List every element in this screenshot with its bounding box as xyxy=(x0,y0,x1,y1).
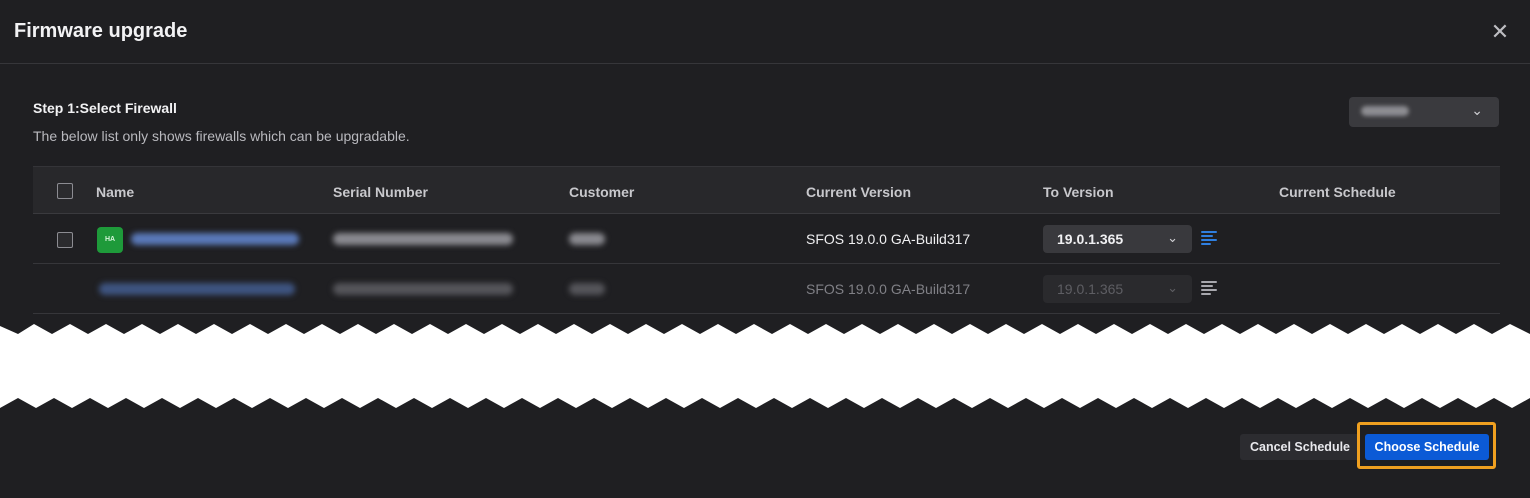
table-row: HA SFOS 19.0.0 GA-Build317 19.0.1.365 ⌄ xyxy=(33,214,1500,264)
firewall-name-link[interactable] xyxy=(131,233,299,245)
dialog-title: Firmware upgrade xyxy=(14,20,188,42)
torn-edge-break xyxy=(0,324,1530,408)
to-version-value: 19.0.1.365 xyxy=(1057,281,1124,297)
filter-dropdown-value xyxy=(1361,106,1409,116)
column-header-serial-number: Serial Number xyxy=(333,184,428,200)
release-notes-icon[interactable] xyxy=(1201,281,1219,295)
table-row: SFOS 19.0.0 GA-Build317 19.0.1.365 ⌄ xyxy=(33,264,1500,314)
firmware-upgrade-dialog: Firmware upgrade ✕ Step 1:Select Firewal… xyxy=(0,0,1530,498)
step-description: The below list only shows firewalls whic… xyxy=(33,128,410,144)
release-notes-icon[interactable] xyxy=(1201,231,1219,245)
step-title: Step 1:Select Firewall xyxy=(33,100,177,116)
column-header-customer: Customer xyxy=(569,184,635,200)
chevron-down-icon: ⌄ xyxy=(1167,280,1178,295)
close-icon[interactable]: ✕ xyxy=(1488,20,1512,44)
chevron-down-icon: ⌄ xyxy=(1471,102,1483,118)
column-header-name: Name xyxy=(96,184,135,200)
current-version: SFOS 19.0.0 GA-Build317 xyxy=(806,231,971,247)
cancel-schedule-button[interactable]: Cancel Schedule xyxy=(1240,434,1360,460)
chevron-down-icon: ⌄ xyxy=(1167,230,1178,245)
row-checkbox[interactable] xyxy=(57,232,73,248)
ha-badge-icon: HA xyxy=(97,227,123,253)
column-header-to-version: To Version xyxy=(1043,184,1114,200)
firewall-table: Name Serial Number Customer Current Vers… xyxy=(33,166,1500,314)
to-version-dropdown: 19.0.1.365 ⌄ xyxy=(1043,275,1192,303)
serial-number xyxy=(333,283,513,295)
dialog-header: Firmware upgrade ✕ xyxy=(0,0,1530,64)
table-header: Name Serial Number Customer Current Vers… xyxy=(33,166,1500,214)
customer-name xyxy=(569,283,605,295)
current-version: SFOS 19.0.0 GA-Build317 xyxy=(806,281,971,297)
column-header-current-version: Current Version xyxy=(806,184,912,200)
to-version-value: 19.0.1.365 xyxy=(1057,231,1124,247)
serial-number xyxy=(333,233,513,245)
select-all-checkbox[interactable] xyxy=(57,183,73,199)
column-header-current-schedule: Current Schedule xyxy=(1279,184,1396,200)
customer-name xyxy=(569,233,605,245)
filter-dropdown[interactable]: ⌄ xyxy=(1349,97,1499,127)
choose-schedule-button[interactable]: Choose Schedule xyxy=(1365,434,1489,460)
to-version-dropdown[interactable]: 19.0.1.365 ⌄ xyxy=(1043,225,1192,253)
firewall-name-link xyxy=(99,283,295,295)
